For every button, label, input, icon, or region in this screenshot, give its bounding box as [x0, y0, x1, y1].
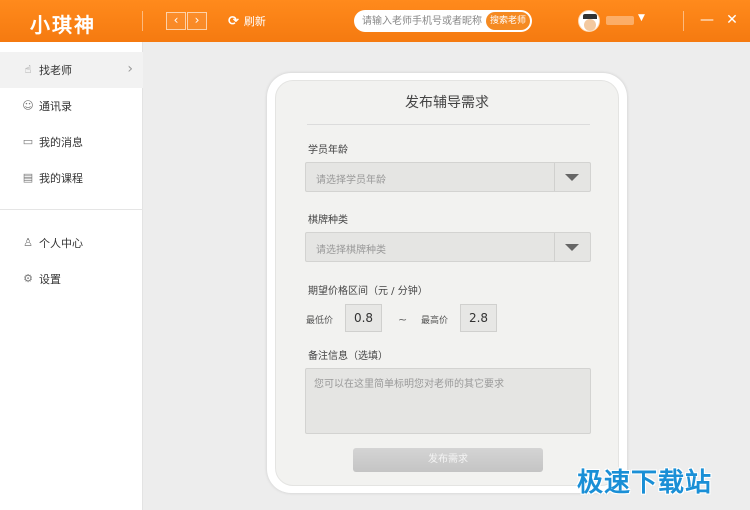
divider [142, 11, 143, 31]
max-price-input[interactable]: 2.8 [460, 304, 497, 332]
form-title: 发布辅导需求 [405, 95, 489, 111]
sidebar-item-label: 我的消息 [39, 136, 83, 149]
title-divider [307, 124, 590, 125]
min-price-input[interactable]: 0.8 [345, 304, 382, 332]
app-logo: 小琪神 [30, 13, 96, 37]
min-price-label: 最低价 [306, 316, 334, 326]
refresh-label: 刷新 [243, 15, 266, 28]
sidebar-item-label: 通讯录 [39, 100, 72, 113]
username-blurred [606, 16, 634, 25]
course-icon: ▤ [22, 171, 34, 184]
hand-icon: ☝ [24, 63, 32, 76]
price-range-label: 期望价格区间（元 / 分钟） [308, 286, 428, 297]
sidebar-item-contacts[interactable]: ☺ 通讯录 [0, 88, 143, 124]
search-input[interactable] [362, 13, 484, 29]
search-teacher-button[interactable]: 搜索老师 [486, 12, 530, 30]
back-button[interactable]: ‹ [166, 12, 186, 30]
sidebar-item-messages[interactable]: ▭ 我的消息 [0, 124, 143, 160]
sidebar-item-courses[interactable]: ▤ 我的课程 [0, 160, 143, 196]
type-label: 棋牌种类 [308, 215, 348, 226]
notes-label: 备注信息（选填） [308, 351, 388, 362]
notes-textarea[interactable]: 您可以在这里简单标明您对老师的其它要求 [305, 368, 591, 434]
type-select[interactable]: 请选择棋牌种类 [305, 232, 591, 262]
sidebar: ☝ 找老师 › ☺ 通讯录 ▭ 我的消息 ▤ 我的课程 ♙ 个人中心 ⚙ 设置 [0, 42, 143, 510]
close-button[interactable]: ✕ [724, 11, 740, 29]
chevron-right-icon: › [127, 61, 133, 77]
top-bar: 小琪神 ‹ › ⟳ 刷新 搜索老师 ▼ — ✕ [0, 0, 750, 42]
divider [683, 11, 684, 31]
chevron-down-icon [565, 174, 579, 181]
gear-icon: ⚙ [23, 272, 33, 285]
user-icon: ♙ [23, 236, 33, 249]
avatar[interactable] [578, 10, 600, 32]
select-divider [554, 233, 555, 261]
refresh-icon: ⟳ [228, 13, 239, 29]
age-select[interactable]: 请选择学员年龄 [305, 162, 591, 192]
sidebar-item-label: 设置 [39, 273, 61, 286]
sidebar-item-label: 找老师 [39, 64, 72, 77]
search-box: 搜索老师 [354, 10, 532, 32]
chevron-down-icon [565, 244, 579, 251]
message-icon: ▭ [22, 135, 34, 148]
watermark: 极速下载站 [577, 468, 713, 498]
refresh-button[interactable]: ⟳ 刷新 [228, 13, 266, 29]
face-icon [584, 19, 596, 31]
range-separator: ~ [398, 313, 408, 326]
notes-placeholder: 您可以在这里简单标明您对老师的其它要求 [314, 379, 504, 390]
sidebar-item-settings[interactable]: ⚙ 设置 [0, 261, 143, 297]
age-select-placeholder: 请选择学员年龄 [316, 175, 386, 186]
type-select-placeholder: 请选择棋牌种类 [316, 245, 386, 256]
sidebar-divider [0, 209, 143, 210]
contacts-icon: ☺ [22, 99, 34, 112]
sidebar-item-profile[interactable]: ♙ 个人中心 [0, 225, 143, 261]
minimize-button[interactable]: — [699, 11, 715, 29]
forward-button[interactable]: › [187, 12, 207, 30]
chevron-down-icon[interactable]: ▼ [638, 13, 645, 23]
sidebar-item-label: 我的课程 [39, 172, 83, 185]
select-divider [554, 163, 555, 191]
max-price-label: 最高价 [421, 316, 449, 326]
age-label: 学员年龄 [308, 145, 348, 156]
publish-button[interactable]: 发布需求 [353, 448, 543, 472]
sidebar-item-label: 个人中心 [39, 237, 83, 250]
sidebar-item-find-teacher[interactable]: ☝ 找老师 › [0, 52, 143, 88]
